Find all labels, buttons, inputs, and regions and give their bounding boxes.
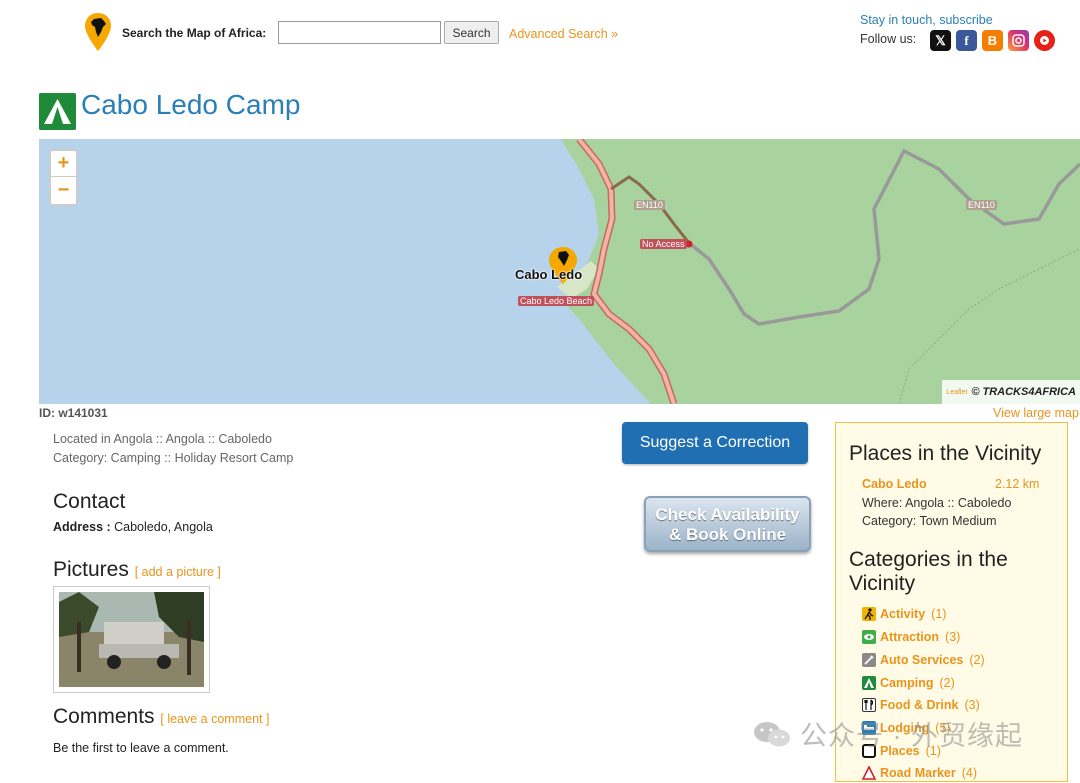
instagram-icon[interactable] (1008, 30, 1029, 51)
suggest-correction-button[interactable]: Suggest a Correction (622, 422, 808, 464)
zoom-in-button[interactable]: + (51, 151, 76, 177)
category-line: Category: Camping :: Holiday Resort Camp (53, 451, 294, 465)
category-auto-services[interactable]: Auto Services (2) (862, 651, 985, 669)
vicinity-category: Category: Town Medium (862, 514, 997, 528)
zoom-control: + − (49, 149, 78, 206)
category-count: (2) (939, 676, 955, 690)
food-drink-icon (862, 698, 876, 712)
road-label-en110: EN110 (634, 200, 665, 210)
vicinity-place-link[interactable]: Cabo Ledo (862, 477, 927, 491)
search-label: Search the Map of Africa: (122, 26, 267, 40)
camping-tent-icon (39, 93, 76, 130)
vicinity-distance: 2.12 km (995, 477, 1040, 491)
pictures-heading: Pictures [ add a picture ] (53, 558, 221, 582)
leaflet-link[interactable]: Leaflet (946, 389, 967, 396)
category-camping[interactable]: Camping (2) (862, 674, 955, 692)
category-count: (4) (961, 766, 978, 780)
leave-comment-link[interactable]: [ leave a comment ] (160, 712, 269, 726)
address: Address : Caboledo, Angola (53, 520, 213, 534)
follow-us-label: Follow us: (860, 32, 917, 46)
auto-services-icon (862, 653, 876, 667)
road-marker-icon (861, 765, 877, 780)
comments-heading: Comments [ leave a comment ] (53, 705, 269, 729)
category-food-drink[interactable]: Food & Drink (3) (862, 696, 980, 714)
facebook-icon[interactable]: f (956, 30, 977, 51)
category-label: Auto Services (880, 653, 964, 667)
category-count: (3) (964, 698, 980, 712)
category-count: (2) (969, 653, 985, 667)
watermark-text: 公众号 · 外贸缘起 (800, 721, 1023, 751)
no-access-label: No Access (640, 239, 687, 249)
categories-heading: Categories in the Vicinity (849, 548, 1008, 595)
x-icon[interactable]: 𝕏 (930, 30, 951, 51)
category-label: Camping (880, 676, 934, 690)
address-label: Address : (53, 520, 111, 534)
search-button[interactable]: Search (444, 21, 499, 44)
map-attribution: Leaflet © TRACKS4AFRICA (942, 380, 1080, 404)
zoom-out-button[interactable]: − (51, 177, 76, 203)
category-label: Food & Drink (880, 698, 959, 712)
watermark: 公众号 · 外贸缘起 (752, 714, 1023, 753)
add-picture-link[interactable]: [ add a picture ] (135, 565, 221, 579)
category-label: Road Marker (880, 766, 956, 780)
subscribe-link[interactable]: Stay in touch, subscribe (860, 13, 993, 27)
category-count: (3) (945, 630, 961, 644)
picture-thumbnail[interactable] (53, 586, 210, 693)
youtube-icon[interactable] (1034, 30, 1055, 51)
no-comments-text: Be the first to leave a comment. (53, 741, 229, 755)
attraction-icon (862, 630, 876, 644)
category-attraction[interactable]: Attraction (3) (862, 628, 960, 646)
category-label: Activity (880, 607, 926, 621)
blogger-icon[interactable]: B (982, 30, 1003, 51)
book-button-line1: Check Availability (655, 505, 800, 524)
location-breadcrumb: Located in Angola :: Angola :: Caboledo (53, 432, 272, 446)
advanced-search-link[interactable]: Advanced Search » (509, 27, 618, 41)
camp-photo (59, 592, 204, 687)
activity-icon (862, 607, 876, 621)
category-activity[interactable]: Activity (1) (862, 605, 946, 623)
wechat-icon (754, 721, 790, 746)
check-availability-button[interactable]: Check Availability & Book Online (644, 496, 811, 552)
category-count: (1) (931, 607, 947, 621)
camping-icon (862, 676, 876, 690)
category-road-marker[interactable]: Road Marker (4) (861, 764, 978, 782)
search-input[interactable] (278, 21, 441, 44)
address-value: Caboledo, Angola (110, 520, 213, 534)
road-label-en110-east: EN110 (966, 200, 997, 210)
book-button-line2: & Book Online (668, 525, 787, 544)
category-label: Attraction (880, 630, 940, 644)
place-id: ID: w141031 (39, 406, 108, 420)
page-title: Cabo Ledo Camp (81, 89, 301, 120)
map-marker-label[interactable]: Cabo Ledo (515, 267, 582, 282)
map[interactable]: + − EN110 EN110 No Access Cabo Ledo Cabo… (39, 139, 1080, 404)
vicinity-heading: Places in the Vicinity (849, 442, 1042, 465)
contact-heading: Contact (53, 490, 126, 513)
tracks4africa-logo: © TRACKS4AFRICA (971, 386, 1076, 398)
pictures-heading-text: Pictures (53, 558, 129, 581)
comments-heading-text: Comments (53, 705, 155, 728)
beach-label: Cabo Ledo Beach (518, 296, 595, 306)
africa-map-logo-icon[interactable] (84, 12, 112, 52)
view-large-map-link[interactable]: View large map (993, 406, 1079, 420)
vicinity-where: Where: Angola :: Caboledo (862, 496, 1012, 510)
